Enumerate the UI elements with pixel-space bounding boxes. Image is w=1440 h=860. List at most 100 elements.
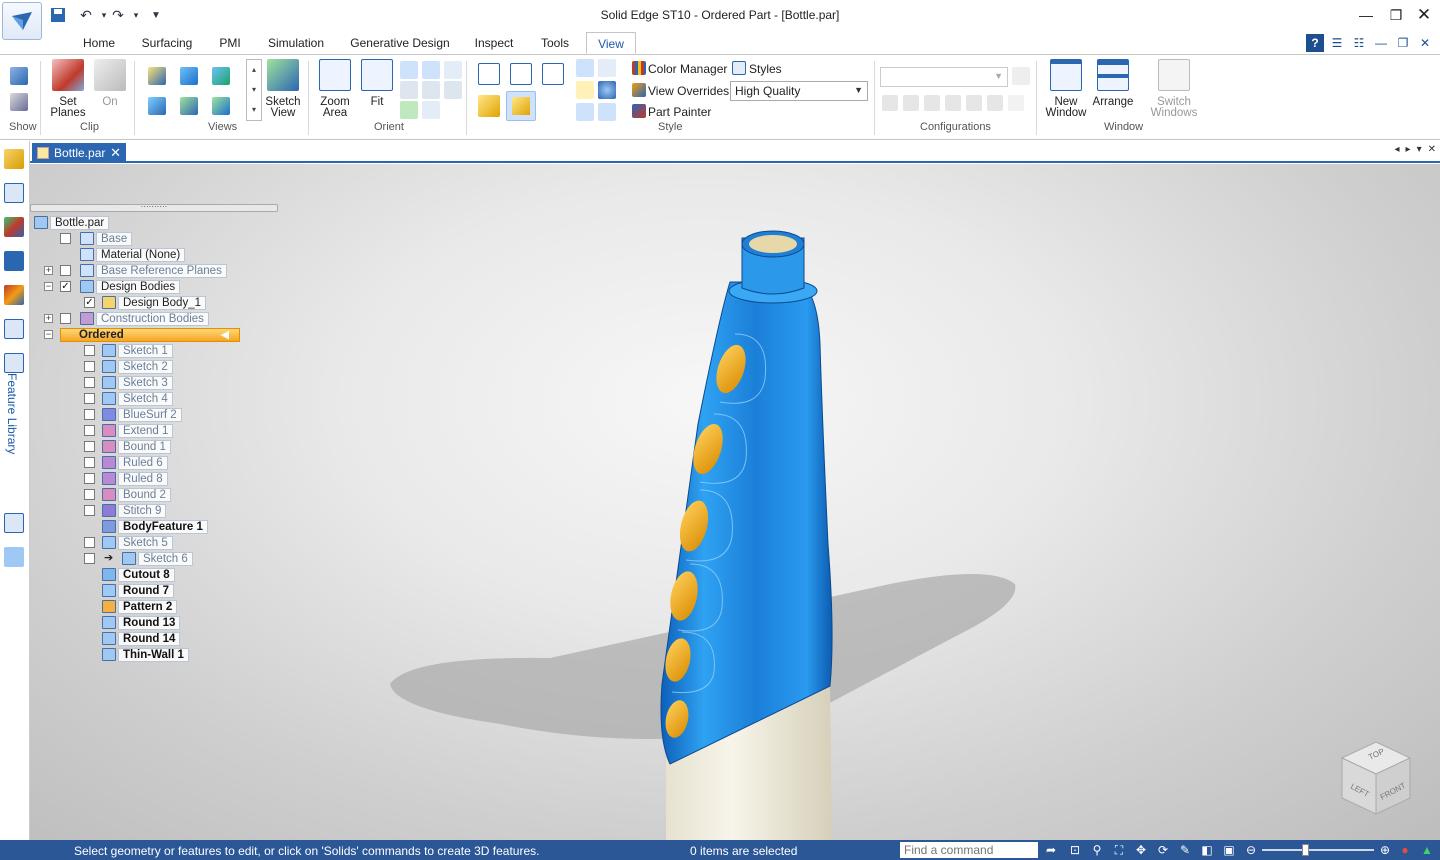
bottle-model[interactable]	[30, 164, 1440, 840]
tree-node-label[interactable]: Sketch 6	[138, 552, 193, 566]
cascade-windows-icon[interactable]: ☷	[1350, 34, 1368, 52]
styles-button[interactable]: Styles	[749, 62, 782, 76]
layers-icon[interactable]	[4, 183, 24, 203]
rotate-icon[interactable]	[400, 81, 418, 99]
tree-visibility-checkbox[interactable]	[60, 265, 71, 276]
pathfinder-resize-handle[interactable]: ··········	[30, 203, 278, 212]
tree-visibility-checkbox[interactable]: ✓	[84, 297, 95, 308]
zoom-in-icon[interactable]: ⊕	[1378, 843, 1392, 857]
tree-expander-icon[interactable]: +	[44, 314, 53, 323]
config-tool-3-icon[interactable]	[924, 95, 940, 111]
sketch-view-button[interactable]: Sketch View	[264, 59, 302, 119]
tree-visibility-checkbox[interactable]	[84, 425, 95, 436]
view-right-icon[interactable]	[212, 97, 230, 115]
tab-inspect[interactable]: Inspect	[468, 36, 520, 54]
tree-node-label[interactable]: Cutout 8	[118, 568, 175, 582]
view-style-status-icon[interactable]: ◧	[1200, 843, 1214, 857]
tree-visibility-checkbox[interactable]	[84, 377, 95, 388]
tile-windows-icon[interactable]: ☰	[1328, 34, 1346, 52]
feature-library-icon[interactable]	[4, 353, 24, 373]
sensors-icon[interactable]	[4, 251, 24, 271]
views-gallery-scroll[interactable]: ▴ ▾ ▾	[246, 59, 262, 121]
pan-icon[interactable]	[422, 61, 440, 79]
tree-node-label[interactable]: Sketch 3	[118, 376, 173, 390]
tree-visibility-checkbox[interactable]	[84, 473, 95, 484]
minimize-button[interactable]: —	[1352, 4, 1380, 26]
tree-visibility-checkbox[interactable]	[84, 489, 95, 500]
upload-icon[interactable]: ▲	[1420, 843, 1434, 857]
sketch-view-status-icon[interactable]: ✎	[1178, 843, 1192, 857]
tree-visibility-checkbox[interactable]	[84, 505, 95, 516]
tree-visibility-checkbox[interactable]	[84, 393, 95, 404]
color-icon[interactable]	[4, 285, 24, 305]
redo-dropdown-icon[interactable]: ▾	[126, 5, 146, 25]
shaded-with-edges-button[interactable]	[506, 91, 536, 121]
perspective-icon[interactable]	[598, 59, 616, 77]
tree-node-label[interactable]: Bound 1	[118, 440, 171, 454]
sharpen-icon[interactable]	[576, 59, 594, 77]
new-window-button[interactable]: New Window	[1042, 59, 1090, 119]
rotate-status-icon[interactable]: ⟳	[1156, 843, 1170, 857]
settings-gear-icon[interactable]	[4, 513, 24, 533]
view-top-icon[interactable]	[180, 97, 198, 115]
zoom-slider[interactable]	[1262, 844, 1374, 856]
tree-visibility-checkbox[interactable]	[84, 361, 95, 372]
record-icon[interactable]: ●	[1398, 843, 1412, 857]
tree-node-label[interactable]: Stitch 9	[118, 504, 167, 518]
clip-on-button[interactable]: On	[92, 59, 128, 108]
refresh-view-icon[interactable]	[400, 101, 418, 119]
tree-visibility-checkbox[interactable]	[60, 313, 71, 324]
shaded-cube-icon[interactable]	[478, 95, 500, 117]
fit-button[interactable]: Fit	[360, 59, 394, 108]
undo-icon[interactable]: ↶	[76, 5, 96, 25]
tab-tools[interactable]: Tools	[532, 36, 578, 54]
tree-node-label[interactable]: Round 13	[118, 616, 181, 630]
show-hide-icon[interactable]	[10, 93, 28, 111]
spin-about-icon[interactable]	[422, 81, 440, 99]
tab-generative-design[interactable]: Generative Design	[346, 36, 454, 54]
tree-node-label[interactable]: Extend 1	[118, 424, 174, 438]
command-finder-arrow-icon[interactable]: ➦	[1044, 843, 1058, 857]
configuration-select[interactable]: ▼	[880, 67, 1008, 87]
config-tool-4-icon[interactable]	[945, 95, 961, 111]
tree-node-label[interactable]: Ruled 6	[118, 456, 168, 470]
tree-node-label[interactable]: Base Reference Planes	[96, 264, 227, 278]
assembly-tree-icon[interactable]	[4, 547, 24, 567]
show-icon[interactable]	[10, 67, 28, 85]
color-manager-button[interactable]: Color Manager	[648, 62, 727, 76]
view-trimetric-icon[interactable]	[212, 67, 230, 85]
redo-icon[interactable]: ↷	[108, 5, 128, 25]
viewcube[interactable]: TOP LEFT FRONT	[1336, 738, 1416, 818]
selection-manager-icon[interactable]	[4, 319, 24, 339]
common-views-icon[interactable]	[422, 101, 440, 119]
tree-node-label[interactable]: Bound 2	[118, 488, 171, 502]
tree-visibility-checkbox[interactable]	[84, 345, 95, 356]
tab-simulation[interactable]: Simulation	[262, 36, 330, 54]
tab-scroll-right-icon[interactable]: ▸	[1406, 144, 1411, 155]
doc-close-icon[interactable]: ✕	[1416, 34, 1434, 52]
config-tool-2-icon[interactable]	[903, 95, 919, 111]
arrange-button[interactable]: Arrange	[1090, 59, 1136, 108]
rollback-marker-icon[interactable]: ◀	[221, 329, 229, 342]
tree-node-label[interactable]: Round 14	[118, 632, 181, 646]
tree-node-label[interactable]: Material (None)	[96, 248, 186, 262]
shadow-icon[interactable]	[576, 81, 594, 99]
tab-view[interactable]: View	[586, 32, 636, 54]
tree-visibility-checkbox[interactable]	[84, 553, 95, 564]
background-icon[interactable]	[598, 103, 616, 121]
tree-visibility-checkbox[interactable]	[84, 441, 95, 452]
tab-scroll-left-icon[interactable]: ◂	[1395, 144, 1400, 155]
camera-icon[interactable]	[966, 95, 982, 111]
visible-edges-cube-icon[interactable]	[510, 63, 532, 85]
previous-view-icon[interactable]	[444, 61, 462, 79]
tree-node-label[interactable]: Sketch 1	[118, 344, 173, 358]
feature-library-label[interactable]: Feature Library	[5, 373, 19, 454]
find-command-input[interactable]	[900, 842, 1038, 858]
lighting-icon[interactable]	[598, 81, 616, 99]
tree-node-label[interactable]: Design Body_1	[118, 296, 206, 310]
tree-expander-icon[interactable]: −	[44, 330, 53, 339]
view-front-icon[interactable]	[148, 97, 166, 115]
zoom-area-button[interactable]: Zoom Area	[316, 59, 354, 119]
view-orientation-status-icon[interactable]: ▣	[1222, 843, 1236, 857]
tab-close-icon[interactable]: ✕	[1428, 144, 1436, 155]
